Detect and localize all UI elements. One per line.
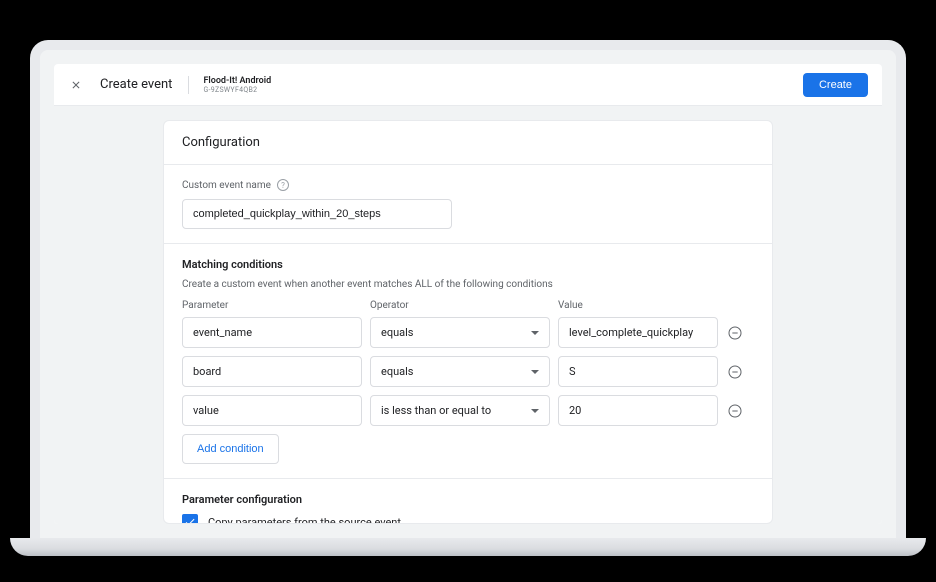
remove-condition-icon[interactable] bbox=[726, 363, 744, 381]
remove-condition-icon[interactable] bbox=[726, 402, 744, 420]
remove-condition-icon[interactable] bbox=[726, 324, 744, 342]
matching-conditions-section: Matching conditions Create a custom even… bbox=[164, 244, 772, 479]
close-icon[interactable] bbox=[68, 77, 84, 93]
content: Configuration Custom event name ? Matchi… bbox=[54, 106, 882, 524]
card-title: Configuration bbox=[164, 121, 772, 165]
parameter-input[interactable]: value bbox=[182, 395, 362, 426]
laptop-base bbox=[10, 538, 926, 556]
laptop-frame: Create event Flood-It! Android G-9ZSWYF4… bbox=[30, 40, 906, 538]
value-input[interactable]: level_complete_quickplay bbox=[558, 317, 718, 348]
condition-row: event_name equals level_complete_quickpl… bbox=[182, 317, 754, 348]
operator-select[interactable]: equals bbox=[370, 356, 550, 387]
app-info: Flood-It! Android G-9ZSWYF4QB2 bbox=[188, 76, 271, 94]
help-icon[interactable]: ? bbox=[277, 179, 289, 191]
add-condition-button[interactable]: Add condition bbox=[182, 434, 279, 464]
create-button[interactable]: Create bbox=[803, 73, 868, 97]
chevron-down-icon bbox=[531, 409, 539, 413]
custom-event-label: Custom event name bbox=[182, 180, 271, 191]
parameter-config-section: Parameter configuration Copy parameters … bbox=[164, 479, 772, 524]
col-operator: Operator bbox=[370, 300, 550, 311]
chevron-down-icon bbox=[531, 331, 539, 335]
copy-params-label: Copy parameters from the source event bbox=[208, 516, 401, 525]
app-name: Flood-It! Android bbox=[203, 76, 271, 86]
top-bar: Create event Flood-It! Android G-9ZSWYF4… bbox=[54, 64, 882, 106]
configuration-card: Configuration Custom event name ? Matchi… bbox=[163, 120, 773, 524]
operator-select[interactable]: is less than or equal to bbox=[370, 395, 550, 426]
parameter-input[interactable]: event_name bbox=[182, 317, 362, 348]
chevron-down-icon bbox=[531, 370, 539, 374]
operator-select[interactable]: equals bbox=[370, 317, 550, 348]
screen: Create event Flood-It! Android G-9ZSWYF4… bbox=[54, 64, 882, 524]
copy-params-checkbox[interactable] bbox=[182, 514, 198, 524]
matching-title: Matching conditions bbox=[182, 258, 754, 271]
custom-event-section: Custom event name ? bbox=[164, 165, 772, 244]
page-title: Create event bbox=[100, 77, 172, 92]
col-value: Value bbox=[558, 300, 718, 311]
app-id: G-9ZSWYF4QB2 bbox=[203, 86, 271, 94]
value-input[interactable]: S bbox=[558, 356, 718, 387]
value-input[interactable]: 20 bbox=[558, 395, 718, 426]
condition-row: board equals S bbox=[182, 356, 754, 387]
param-config-title: Parameter configuration bbox=[182, 493, 754, 506]
col-parameter: Parameter bbox=[182, 300, 362, 311]
parameter-input[interactable]: board bbox=[182, 356, 362, 387]
custom-event-input[interactable] bbox=[182, 199, 452, 229]
matching-description: Create a custom event when another event… bbox=[182, 279, 754, 290]
condition-row: value is less than or equal to 20 bbox=[182, 395, 754, 426]
